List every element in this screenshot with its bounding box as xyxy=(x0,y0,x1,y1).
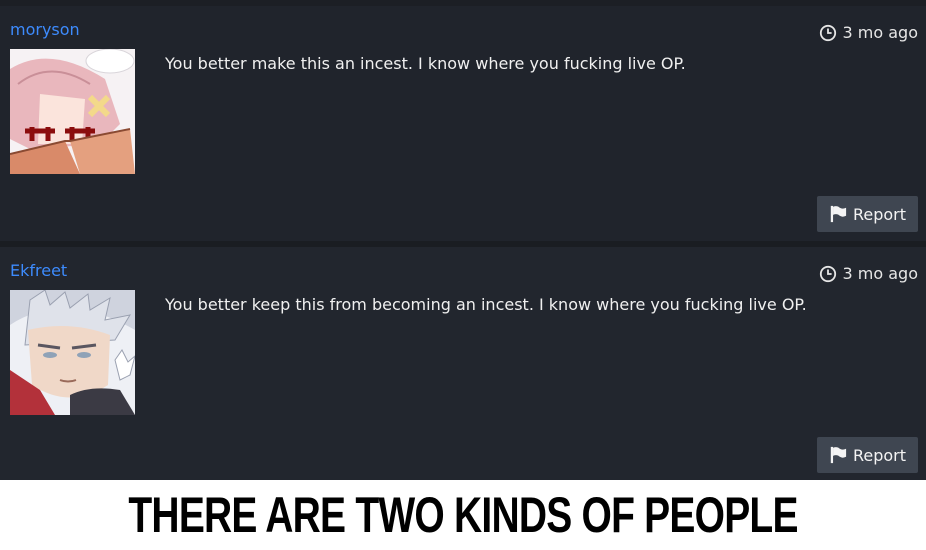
comment-timestamp: 3 mo ago xyxy=(819,23,918,42)
comment-text: You better make this an incest. I know w… xyxy=(165,54,686,73)
clock-icon xyxy=(819,24,836,41)
avatar[interactable] xyxy=(10,290,135,415)
comment-username[interactable]: Ekfreet xyxy=(10,261,67,280)
comment-card: moryson 3 mo ago You better make this an… xyxy=(0,6,926,241)
report-button[interactable]: Report xyxy=(817,196,918,232)
comment-timestamp: 3 mo ago xyxy=(819,264,918,283)
avatar-image xyxy=(10,49,135,174)
timestamp-text: 3 mo ago xyxy=(842,264,918,283)
meme-caption: THERE ARE TWO KINDS OF PEOPLE xyxy=(0,480,926,550)
report-label: Report xyxy=(852,445,907,465)
flag-icon xyxy=(830,205,847,223)
caption-text: THERE ARE TWO KINDS OF PEOPLE xyxy=(128,487,798,543)
flag-icon xyxy=(830,446,847,464)
avatar[interactable] xyxy=(10,49,135,174)
report-label: Report xyxy=(852,204,907,224)
avatar-image xyxy=(10,290,135,415)
comment-username[interactable]: moryson xyxy=(10,20,80,39)
clock-icon xyxy=(819,265,836,282)
report-button[interactable]: Report xyxy=(817,437,918,473)
comment-text: You better keep this from becoming an in… xyxy=(165,295,807,314)
comment-card: Ekfreet 3 mo ago You better keep this fr… xyxy=(0,247,926,482)
timestamp-text: 3 mo ago xyxy=(842,23,918,42)
